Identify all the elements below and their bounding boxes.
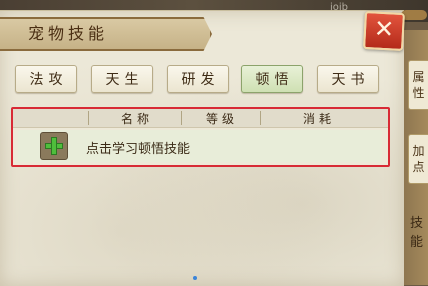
side-label-skills: 技能 [410,216,424,250]
side-tab-points[interactable]: 加点 [408,134,428,184]
close-button[interactable]: ✕ [363,10,405,52]
tab-fagong[interactable]: 法攻 [15,65,77,93]
window-title: 宠物技能 [28,24,109,43]
learn-skill-prompt[interactable]: 点击学习顿悟技能 [86,138,190,157]
table-header: 名称 等级 消耗 [13,109,388,128]
tab-yanfa[interactable]: 研发 [167,65,229,93]
column-divider [181,111,182,125]
tab-tianshu[interactable]: 天书 [317,65,379,93]
cursor-dot [193,276,197,280]
column-header-name: 名称 [121,112,154,126]
pet-skills-panel: 宠物技能 法攻 天生 研发 顿悟 天书 名称 等级 消耗 点击学习顿悟技能 [0,10,404,286]
table-row[interactable]: 点击学习顿悟技能 [18,130,382,162]
tab-tiansheng[interactable]: 天生 [91,65,153,93]
column-divider [88,111,89,125]
plus-icon[interactable] [40,132,68,160]
column-header-cost: 消耗 [303,112,336,126]
skill-category-tabs: 法攻 天生 研发 顿悟 天书 [15,65,385,95]
close-icon: ✕ [373,14,395,44]
frame-ornament [401,10,427,20]
column-header-level: 等级 [206,112,239,126]
tab-dunwu[interactable]: 顿悟 [241,65,303,93]
column-divider [260,111,261,125]
skill-list: 名称 等级 消耗 点击学习顿悟技能 [11,107,390,167]
side-tab-attributes[interactable]: 属性 [408,60,428,110]
